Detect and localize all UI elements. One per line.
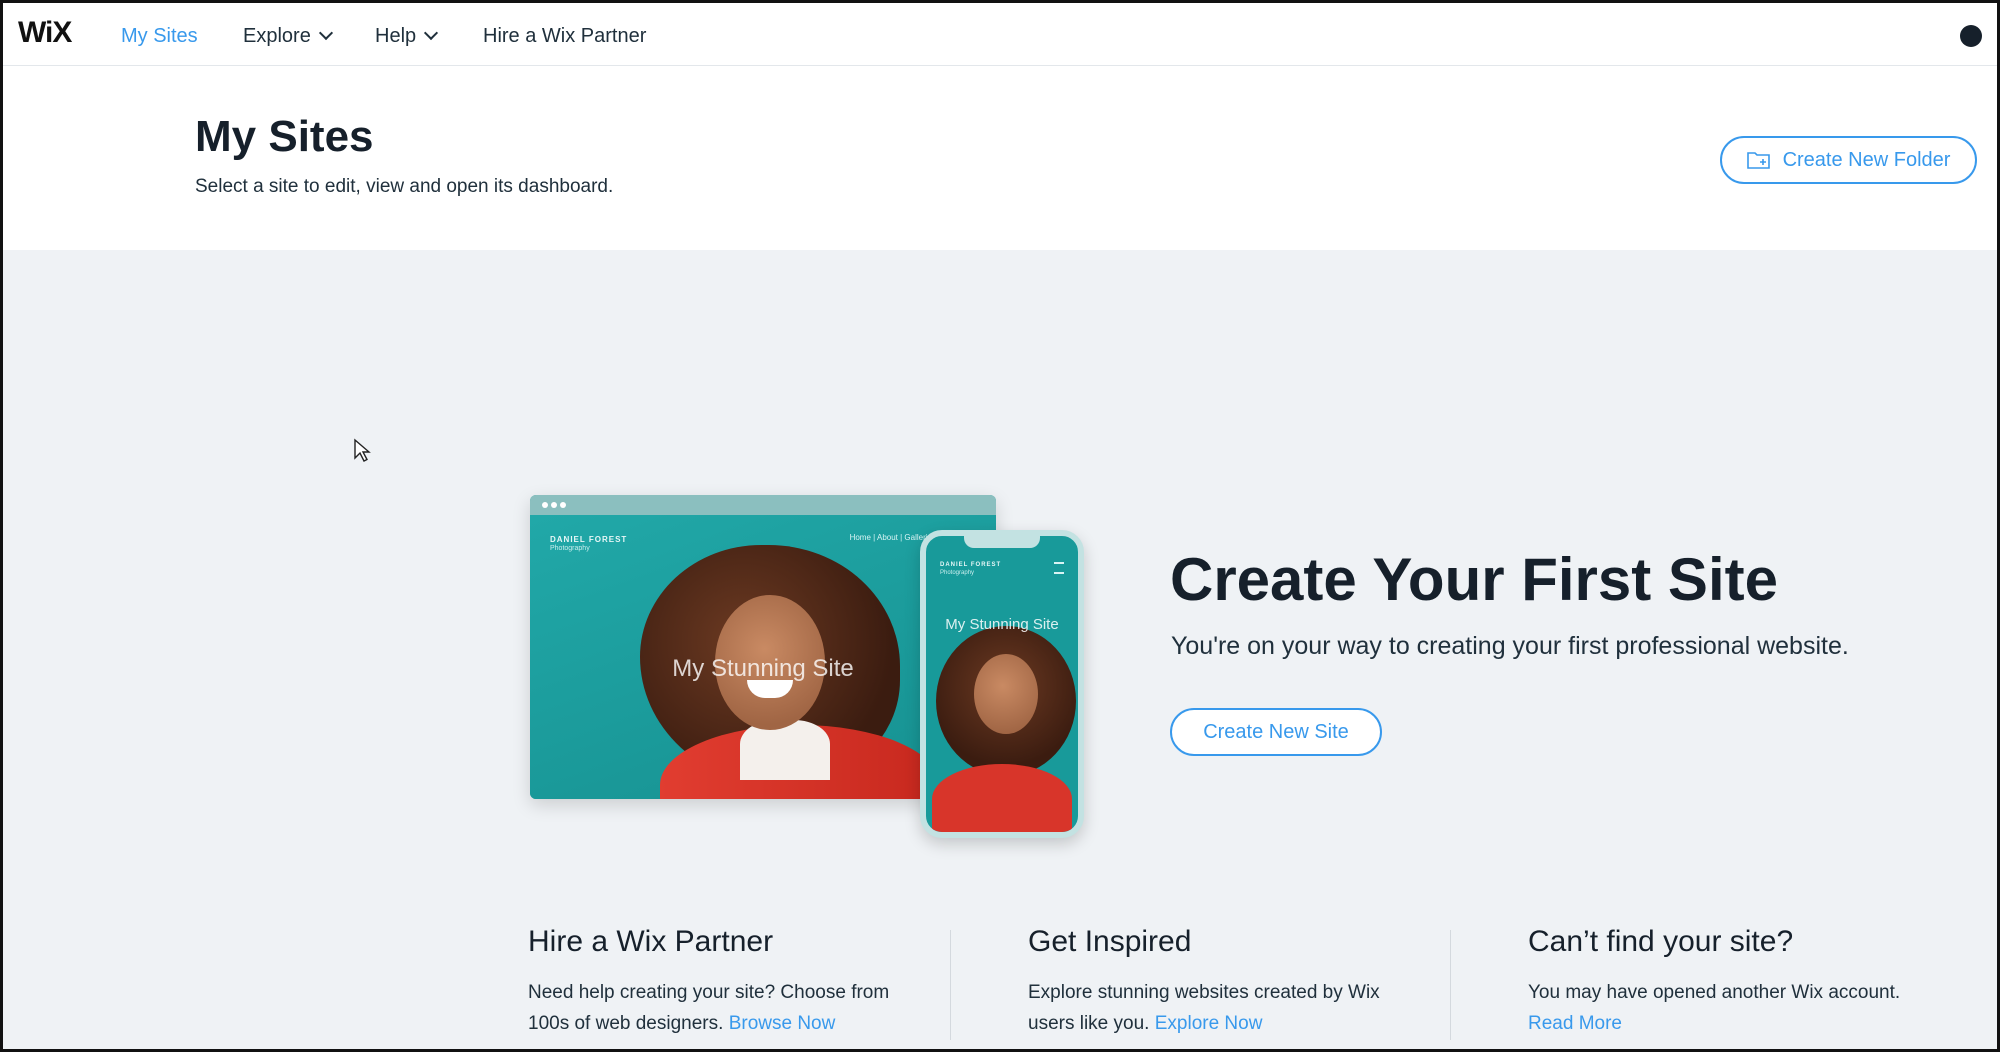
person-collar-shape xyxy=(740,720,830,780)
main-content: DANIEL FOREST Photography Home | About |… xyxy=(3,250,1997,1049)
browse-now-link[interactable]: Browse Now xyxy=(729,1013,836,1034)
mouse-cursor-icon xyxy=(354,438,371,462)
cta-subtitle: You're on your way to creating your firs… xyxy=(1171,632,1849,660)
column-divider xyxy=(1450,930,1451,1040)
nav-help-label: Help xyxy=(375,25,417,47)
phone-brand: DANIEL FOREST xyxy=(940,562,1002,568)
page-header: My Sites Select a site to edit, view and… xyxy=(3,66,1997,250)
phone-brand-sub: Photography xyxy=(940,570,975,576)
column-title: Can’t find your site? xyxy=(1528,925,1794,958)
hamburger-menu-icon xyxy=(1054,562,1064,574)
browser-bar xyxy=(530,495,996,515)
phone-site-title: My Stunning Site xyxy=(945,616,1059,633)
browser-dot-icon xyxy=(560,502,566,508)
preview-brand-sub: Photography xyxy=(550,545,590,552)
column-title: Hire a Wix Partner xyxy=(528,925,774,958)
info-column-hire-partner: Hire a Wix Partner Need help creating yo… xyxy=(528,925,918,1039)
chevron-down-icon xyxy=(318,25,333,41)
info-column-cant-find-site: Can’t find your site? You may have opene… xyxy=(1528,925,1918,1039)
column-title: Get Inspired xyxy=(1028,925,1192,958)
chevron-down-icon xyxy=(424,25,439,41)
nav-explore-label: Explore xyxy=(243,25,311,47)
phone-notch xyxy=(964,536,1040,548)
column-text: Explore stunning websites created by Wix… xyxy=(1028,977,1418,1039)
create-new-site-button[interactable]: Create New Site xyxy=(1170,708,1382,756)
info-column-get-inspired: Get Inspired Explore stunning websites c… xyxy=(1028,925,1418,1039)
phone-person-face xyxy=(974,654,1038,734)
top-nav: WiX My Sites Explore Help Hire a Wix Par… xyxy=(3,3,1997,66)
nav-my-sites-label: My Sites xyxy=(121,25,198,47)
page-subtitle: Select a site to edit, view and open its… xyxy=(195,176,614,197)
read-more-link[interactable]: Read More xyxy=(1528,1013,1622,1034)
column-text: Need help creating your site? Choose fro… xyxy=(528,977,918,1039)
phone-person-jacket xyxy=(932,764,1072,832)
nav-my-sites[interactable]: My Sites xyxy=(121,25,198,48)
browser-dot-icon xyxy=(542,502,548,508)
page-title: My Sites xyxy=(195,112,374,161)
create-new-folder-label: Create New Folder xyxy=(1782,148,1951,171)
mobile-site-preview: DANIEL FOREST Photography My Stunning Si… xyxy=(920,530,1084,838)
wix-logo[interactable]: WiX xyxy=(18,16,72,50)
explore-now-link[interactable]: Explore Now xyxy=(1155,1013,1263,1034)
nav-explore[interactable]: Explore xyxy=(243,25,333,48)
cta-title: Create Your First Site xyxy=(1170,546,1778,613)
nav-help[interactable]: Help xyxy=(375,25,439,48)
column-text: You may have opened another Wix account.… xyxy=(1528,977,1918,1039)
nav-hire-partner-label: Hire a Wix Partner xyxy=(483,25,647,47)
column-divider xyxy=(950,930,951,1040)
create-new-site-label: Create New Site xyxy=(1203,720,1349,743)
user-avatar-icon[interactable] xyxy=(1960,25,1982,47)
create-new-folder-button[interactable]: Create New Folder xyxy=(1720,136,1977,184)
folder-plus-icon xyxy=(1746,152,1770,169)
preview-brand: DANIEL FOREST xyxy=(550,535,628,544)
column-body: You may have opened another Wix account. xyxy=(1528,982,1901,1003)
browser-dot-icon xyxy=(551,502,557,508)
nav-hire-partner[interactable]: Hire a Wix Partner xyxy=(483,25,646,48)
